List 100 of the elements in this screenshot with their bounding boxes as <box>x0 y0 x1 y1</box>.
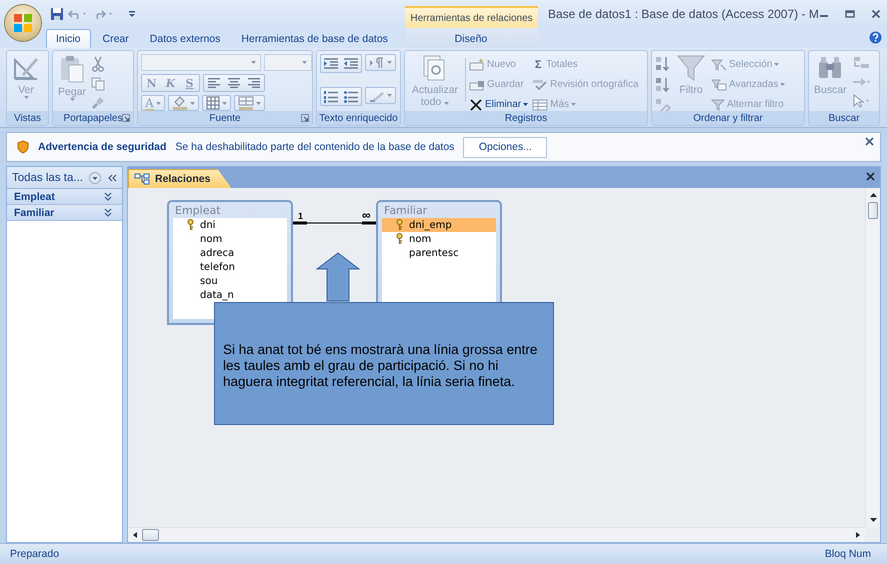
navigation-group[interactable]: Familiar <box>7 205 122 221</box>
horizontal-scrollbar[interactable] <box>128 527 865 542</box>
delete-icon <box>469 98 483 110</box>
group-label: Vistas <box>14 112 42 124</box>
caret-icon <box>156 102 161 104</box>
bullet-list-icon <box>344 90 358 102</box>
dialog-launcher-icon[interactable] <box>122 114 130 122</box>
caret-icon <box>190 102 195 104</box>
dropdown-icon[interactable] <box>88 172 101 184</box>
caret-icon <box>774 63 780 66</box>
scissors-icon[interactable] <box>91 56 106 72</box>
window-title: Base de datos1 : Base de datos (Access 2007) - M <box>547 6 819 23</box>
save-icon[interactable] <box>50 7 64 21</box>
ribbon-tab[interactable]: Herramientas de base de datos <box>232 29 397 48</box>
indent-icon <box>324 58 338 70</box>
fill-color-button[interactable] <box>168 95 199 111</box>
group-label: Texto enriquecido <box>319 112 398 124</box>
relationship-icon <box>134 173 150 185</box>
gridlines-button[interactable] <box>202 95 231 111</box>
close-icon[interactable] <box>866 172 875 181</box>
caret-icon <box>444 102 450 106</box>
ribbon-tab[interactable]: Datos externos <box>140 29 230 48</box>
callout-text: Si ha anat tot bé ens mostrarà una línia grossa entre les taules amb el grau de participació. Si no hi haguera integritat referencial, la línia seria fineta. <box>223 342 538 389</box>
close-icon[interactable] <box>865 137 874 146</box>
caret-icon <box>70 98 75 102</box>
clipboard-icon <box>58 54 86 84</box>
copy-icon[interactable] <box>91 77 106 91</box>
sort-ascending-icon[interactable] <box>655 56 671 72</box>
brush-icon[interactable] <box>91 96 106 110</box>
paragraph-icon <box>369 56 385 68</box>
sort-descending-icon[interactable] <box>655 77 671 93</box>
contextual-tab-group: Herramientas de relaciones <box>405 6 538 28</box>
align-icon <box>248 78 260 88</box>
table-icon <box>238 96 254 110</box>
caret-icon <box>222 102 227 104</box>
dialog-launcher-icon[interactable] <box>301 114 309 122</box>
ribbon-tab[interactable]: Inicio <box>46 29 91 48</box>
delete-button[interactable]: Eliminar <box>469 96 530 113</box>
group-label: Buscar <box>828 112 860 124</box>
office-button[interactable] <box>5 5 41 41</box>
field-row[interactable]: sou <box>173 274 287 288</box>
new-record-icon <box>469 58 485 70</box>
collapse-pane-icon[interactable] <box>107 172 117 182</box>
funnel-icon <box>711 58 727 70</box>
text-direction-button[interactable] <box>365 54 396 71</box>
scrollbar-thumb[interactable] <box>868 202 878 219</box>
group-label: Portapapeles <box>64 112 122 124</box>
align-icon <box>208 78 220 88</box>
field-row[interactable]: nom <box>382 232 496 246</box>
field-row[interactable]: data_n <box>173 288 287 302</box>
caret-icon <box>302 61 307 64</box>
highlighter-icon <box>369 90 385 102</box>
field-row[interactable]: parentesc <box>382 246 496 260</box>
help-icon[interactable] <box>869 31 882 44</box>
field-row[interactable]: telefon <box>173 260 287 274</box>
cardinality-label: ∞ <box>362 210 371 220</box>
highlight-button[interactable] <box>365 87 396 104</box>
security-warning-title: Advertencia de seguridad <box>38 141 166 153</box>
numbered-list-button[interactable] <box>321 88 341 105</box>
group-label: Registros <box>504 112 548 124</box>
customize-icon[interactable] <box>128 9 136 19</box>
caret-icon <box>387 94 392 97</box>
scrollbar-thumb[interactable] <box>142 529 159 541</box>
group-label: Fuente <box>209 112 241 124</box>
options-button[interactable]: Opciones... <box>463 136 548 158</box>
caret-icon <box>523 103 528 106</box>
caret-icon <box>24 96 28 100</box>
group-label: Ordenar y filtrar <box>693 112 763 124</box>
field-row[interactable]: dni <box>173 218 287 232</box>
shield-icon <box>17 140 29 154</box>
caret-icon <box>387 61 392 64</box>
table-icon <box>532 98 548 110</box>
alternate-fill-button[interactable] <box>234 95 265 111</box>
numbered-list-icon <box>324 90 338 102</box>
security-warning-message: Se ha deshabilitado parte del contenido de la base de datos <box>175 141 454 153</box>
table-title: Familiar <box>383 203 428 218</box>
vertical-scrollbar[interactable] <box>865 188 880 527</box>
replace-icon[interactable] <box>852 56 870 70</box>
paint-bucket-icon <box>172 96 188 110</box>
select-pointer-icon[interactable] <box>852 94 870 108</box>
document-tab[interactable]: Relaciones <box>128 169 232 188</box>
table-title: Empleat <box>174 203 222 218</box>
field-row[interactable]: nom <box>173 232 287 246</box>
bullet-list-button[interactable] <box>341 88 361 105</box>
ribbon-tab[interactable]: Crear <box>94 29 138 48</box>
maximize-icon[interactable] <box>844 9 855 19</box>
field-row[interactable]: dni_emp <box>382 218 496 232</box>
save-record-icon <box>469 78 485 90</box>
close-icon[interactable] <box>870 9 881 19</box>
check-icon <box>532 78 548 90</box>
navigation-group[interactable]: Empleat <box>7 189 122 205</box>
align-icon <box>228 78 240 88</box>
outdent-icon <box>344 58 358 70</box>
four-squares-icon <box>12 12 34 34</box>
caret-icon <box>780 83 786 86</box>
field-row[interactable]: adreca <box>173 246 287 260</box>
cardinality-label: 1 <box>298 211 304 221</box>
grid-icon <box>206 96 220 110</box>
status-indicator: Bloq Num <box>824 548 871 560</box>
caret-icon <box>571 103 576 106</box>
